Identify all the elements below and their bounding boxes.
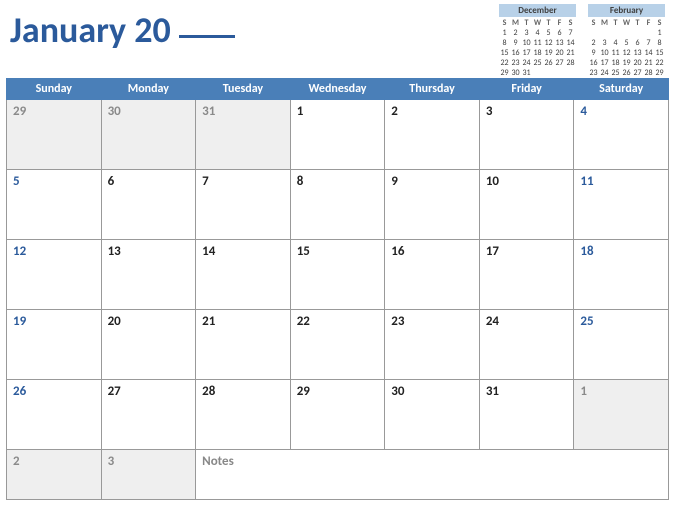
day-cell: 16 [385,240,480,310]
dow-cell: Monday [101,79,196,100]
day-cell: 19 [7,310,102,380]
day-cell: 18 [574,240,669,310]
day-cell: 9 [385,170,480,240]
day-cell: 3 [479,100,574,170]
day-cell: 11 [574,170,669,240]
calendar-row: 2930311234 [7,100,669,170]
dow-header: SundayMondayTuesdayWednesdayThursdayFrid… [7,79,669,100]
day-cell: 15 [290,240,385,310]
dow-cell: Thursday [385,79,480,100]
day-cell: 5 [7,170,102,240]
day-cell: 29 [290,380,385,450]
day-cell: 31 [479,380,574,450]
dow-cell: Tuesday [196,79,291,100]
day-cell: 17 [479,240,574,310]
dow-cell: Wednesday [290,79,385,100]
mini-calendars: December SMTWTFS 12345678910111213141516… [499,4,665,78]
calendar-grid: SundayMondayTuesdayWednesdayThursdayFrid… [6,78,669,500]
day-cell: 22 [290,310,385,380]
year-blank [179,35,235,38]
day-cell: 14 [196,240,291,310]
day-cell: 31 [196,100,291,170]
day-cell: 30 [385,380,480,450]
minical-dow: SMTWTFS [588,18,665,28]
calendar-row: 23Notes [7,450,669,500]
day-cell: 7 [196,170,291,240]
calendar-row: 12131415161718 [7,240,669,310]
day-cell: 24 [479,310,574,380]
day-cell: 2 [385,100,480,170]
calendar-row: 19202122232425 [7,310,669,380]
day-cell: 2 [7,450,102,500]
day-cell: 13 [101,240,196,310]
calendar-row: 567891011 [7,170,669,240]
title-year: 20 [134,8,171,52]
day-cell: 25 [574,310,669,380]
day-cell: 12 [7,240,102,310]
minical-dow: SMTWTFS [499,18,576,28]
day-cell: 1 [574,380,669,450]
day-cell: 1 [290,100,385,170]
day-cell: 26 [7,380,102,450]
day-cell: 6 [101,170,196,240]
title-month: January [10,8,126,52]
day-cell: 8 [290,170,385,240]
day-cell: 3 [101,450,196,500]
day-cell: 20 [101,310,196,380]
dow-cell: Friday [479,79,574,100]
day-cell: 4 [574,100,669,170]
day-cell: 10 [479,170,574,240]
minical-next: February SMTWTFS 12345678910111213141516… [588,4,665,78]
calendar-row: 2627282930311 [7,380,669,450]
dow-cell: Sunday [7,79,102,100]
minical-prev: December SMTWTFS 12345678910111213141516… [499,4,576,78]
notes-cell: Notes [196,450,669,500]
day-cell: 23 [385,310,480,380]
day-cell: 21 [196,310,291,380]
minical-title: February [588,4,665,17]
day-cell: 30 [101,100,196,170]
dow-cell: Saturday [574,79,669,100]
day-cell: 29 [7,100,102,170]
day-cell: 27 [101,380,196,450]
page-title: January 20 [10,8,235,52]
minical-title: December [499,4,576,17]
day-cell: 28 [196,380,291,450]
